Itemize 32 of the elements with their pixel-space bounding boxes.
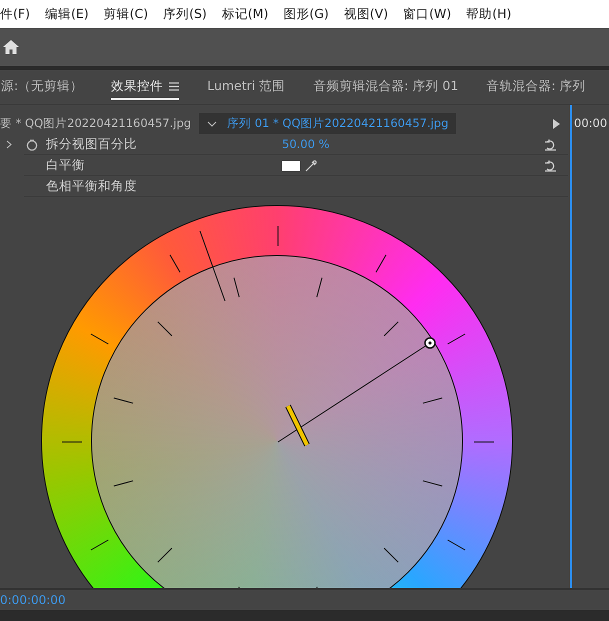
property-label: 拆分视图百分比 [46, 134, 138, 153]
menu-item[interactable]: 序列(S) [163, 4, 207, 24]
expand-chevron-icon[interactable] [6, 140, 12, 150]
eyedropper-icon[interactable] [304, 158, 318, 173]
reset-icon[interactable] [544, 160, 557, 172]
menu-item[interactable]: 窗口(W) [403, 4, 452, 24]
property-label: 色相平衡和角度 [46, 176, 138, 195]
hue-handle[interactable] [424, 337, 436, 349]
chevron-down-icon[interactable] [207, 120, 218, 127]
panel-tab[interactable]: 音频剪辑混合器: 序列 01 [313, 74, 458, 100]
menu-item[interactable]: 剪辑(C) [104, 4, 148, 24]
menu-item[interactable]: 图形(G) [283, 4, 329, 24]
balance-handle[interactable] [285, 404, 310, 446]
play-icon[interactable] [553, 118, 560, 129]
clip-tab[interactable]: 序列 01 * QQ图片20220421160457.jpg [199, 113, 456, 134]
timeline-timecode: 00:00 [574, 115, 608, 132]
home-icon[interactable] [2, 39, 20, 55]
menu-item[interactable]: 标记(M) [222, 4, 268, 24]
color-swatch[interactable] [282, 160, 300, 171]
panel-tab[interactable]: 源:（无剪辑） [1, 74, 84, 100]
reset-icon[interactable] [544, 138, 557, 151]
menu-item[interactable]: 件(F) [0, 4, 30, 24]
panel-tab[interactable]: 音轨混合器: 序列 [486, 74, 586, 100]
panel-tab[interactable]: Lumetri 范围 [207, 74, 286, 100]
clip-tab[interactable]: 要 * QQ图片20220421160457.jpg [0, 113, 200, 134]
menu-item[interactable]: 帮助(H) [466, 4, 512, 24]
property-label: 白平衡 [46, 156, 86, 174]
menu-item[interactable]: 视图(V) [344, 4, 388, 24]
stopwatch-icon[interactable] [26, 138, 38, 151]
panel-tab[interactable]: 效果控件 [111, 74, 180, 100]
menu-item[interactable]: 编辑(E) [44, 4, 89, 24]
menu-icon[interactable] [169, 82, 180, 90]
